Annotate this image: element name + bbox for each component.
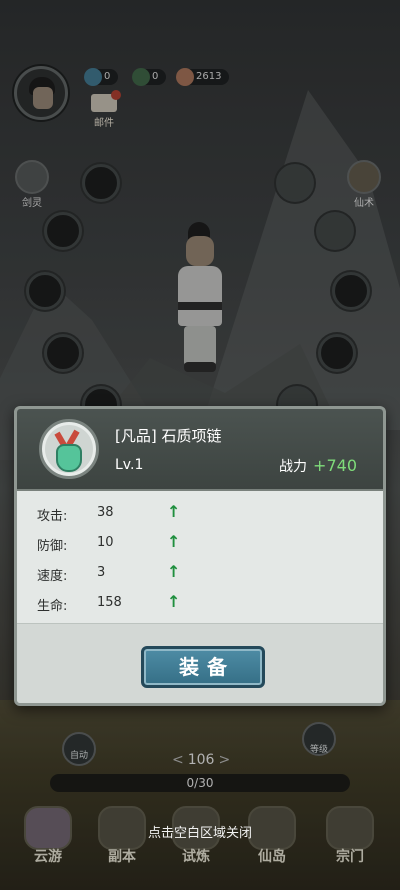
item-name: [凡品] 石质项链 (115, 427, 222, 445)
panel-footer: 装备 (17, 623, 383, 703)
item-header: [凡品] 石质项链 Lv.1 战力 +740 (17, 409, 383, 491)
close-hint: 点击空白区域关闭 (147, 826, 252, 841)
equip-button[interactable]: 装备 (141, 646, 265, 688)
stat-row-hp: 生命: 158 ↑ (37, 592, 181, 614)
stat-row-defense: 防御: 10 ↑ (37, 532, 181, 554)
combat-power: 战力 +740 (279, 456, 357, 475)
arrow-up-icon: ↑ (167, 562, 181, 581)
item-detail-panel: [凡品] 石质项链 Lv.1 战力 +740 攻击: 38 ↑ 防御: 10 ↑ … (14, 406, 386, 706)
power-delta: +740 (313, 456, 357, 475)
necklace-icon (39, 419, 99, 479)
arrow-up-icon: ↑ (167, 502, 181, 521)
stat-row-attack: 攻击: 38 ↑ (37, 502, 181, 524)
stat-list: 攻击: 38 ↑ 防御: 10 ↑ 速度: 3 ↑ 生命: 158 ↑ (17, 497, 383, 617)
stat-row-speed: 速度: 3 ↑ (37, 562, 181, 584)
item-level: Lv.1 (115, 457, 144, 473)
arrow-up-icon: ↑ (167, 532, 181, 551)
arrow-up-icon: ↑ (167, 592, 181, 611)
